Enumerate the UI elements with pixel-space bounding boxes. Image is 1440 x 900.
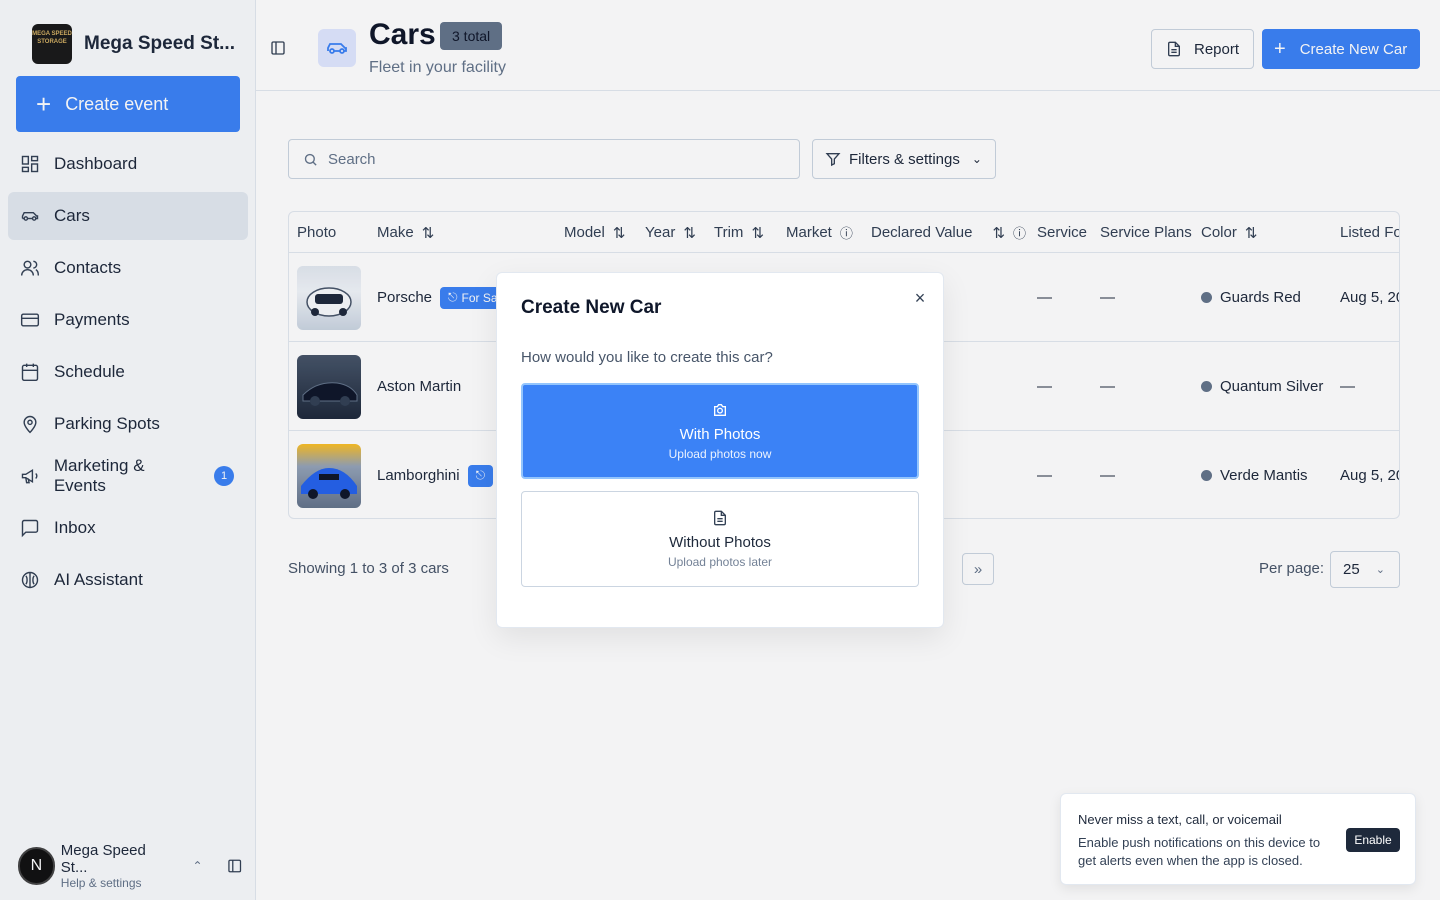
camera-icon bbox=[714, 403, 726, 416]
dialog-question: How would you like to create this car? bbox=[521, 349, 773, 366]
close-icon[interactable]: × bbox=[911, 289, 929, 307]
push-notification-toast: Never miss a text, call, or voicemail En… bbox=[1060, 793, 1416, 885]
without-photos-title: Without Photos bbox=[669, 533, 771, 551]
dialog-title: Create New Car bbox=[521, 297, 662, 318]
with-photos-option[interactable]: With Photos Upload photos now bbox=[521, 383, 919, 479]
toast-title: Never miss a text, call, or voicemail bbox=[1078, 812, 1282, 827]
enable-button[interactable]: Enable bbox=[1346, 828, 1400, 852]
document-icon bbox=[714, 510, 726, 525]
with-photos-title: With Photos bbox=[679, 425, 761, 443]
without-photos-subtitle: Upload photos later bbox=[667, 554, 773, 569]
create-car-dialog: Create New Car × How would you like to c… bbox=[496, 272, 944, 628]
with-photos-subtitle: Upload photos now bbox=[668, 446, 772, 461]
without-photos-option[interactable]: Without Photos Upload photos later bbox=[521, 491, 919, 587]
toast-body: Enable push notifications on this device… bbox=[1078, 835, 1321, 868]
